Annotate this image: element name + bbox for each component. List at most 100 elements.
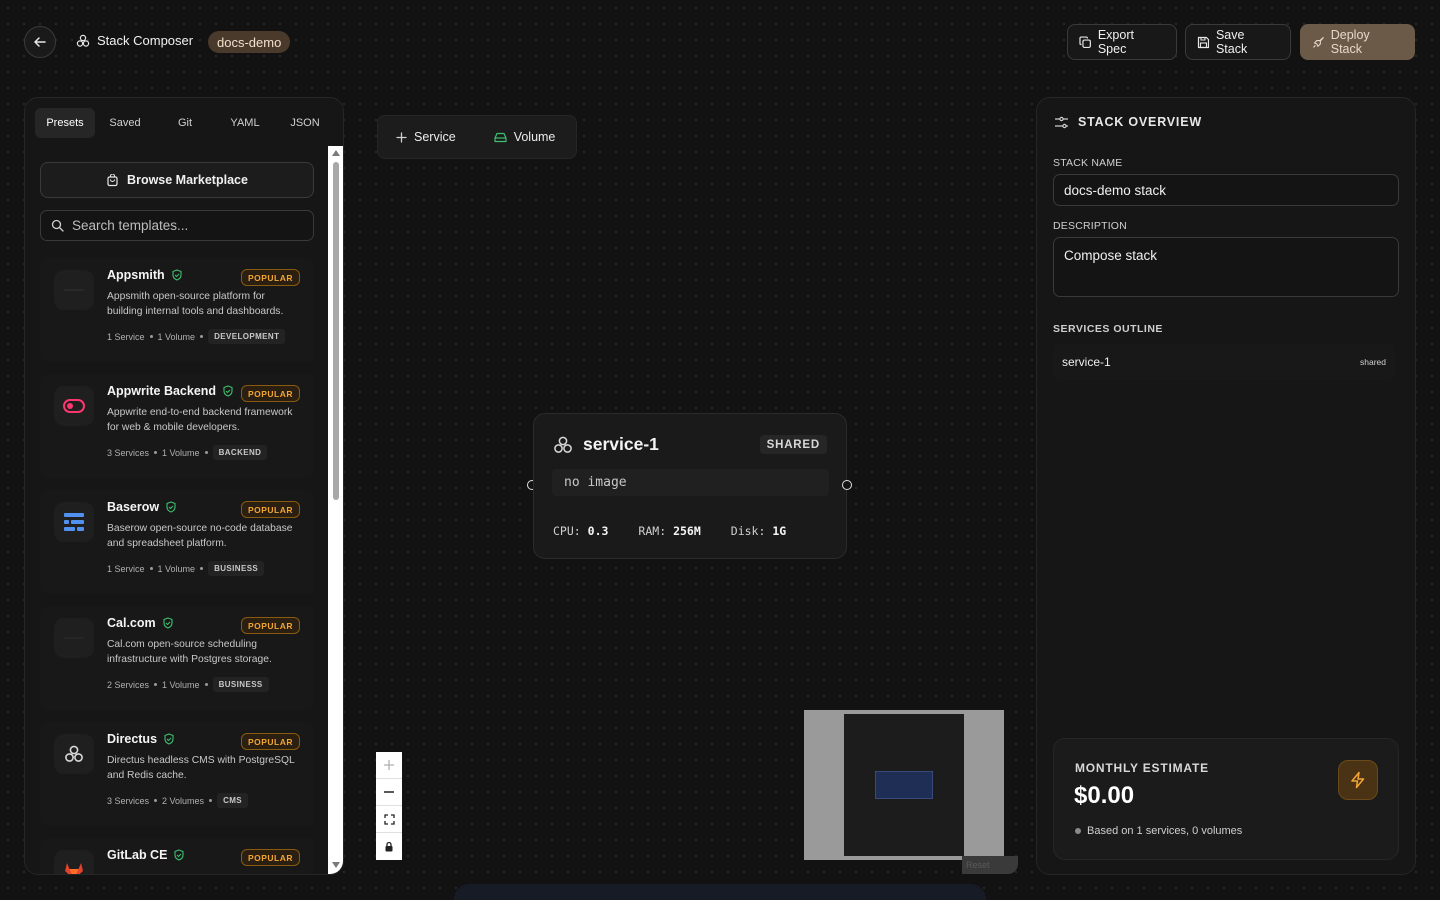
- scroll-up-arrow-icon[interactable]: [332, 150, 340, 156]
- stack-overview-panel: STACK OVERVIEW STACK NAME docs-demo stac…: [1036, 97, 1416, 875]
- estimate-note: Based on 1 services, 0 volumes: [1075, 825, 1242, 837]
- baserow-logo-icon: [54, 502, 94, 542]
- sliders-icon: [1055, 116, 1068, 128]
- popular-badge: POPULAR: [240, 501, 300, 518]
- monthly-estimate-value: $0.00: [1074, 782, 1135, 809]
- template-name: Cal.com: [107, 616, 174, 630]
- popular-badge: POPULAR: [240, 269, 300, 286]
- template-card-appwrite[interactable]: Appwrite Backend POPULAR Appwrite end-to…: [40, 374, 314, 478]
- add-volume-button[interactable]: Volume: [494, 130, 555, 144]
- template-name: Appwrite Backend: [107, 384, 234, 398]
- template-tabs: Presets Saved Git YAML JSON: [35, 108, 335, 138]
- template-meta: 1 Service 1 Volume BUSINESS: [107, 561, 265, 576]
- popular-badge: POPULAR: [240, 385, 300, 402]
- category-tag: BUSINESS: [212, 677, 269, 692]
- tab-yaml[interactable]: YAML: [215, 108, 275, 138]
- plus-icon: [396, 131, 407, 143]
- template-meta: 1 Service 1 Volume DEVELOPMENT: [107, 329, 286, 344]
- templates-panel: Presets Saved Git YAML JSON Browse Marke…: [24, 97, 344, 875]
- template-card-directus[interactable]: Directus POPULAR Directus headless CMS w…: [40, 722, 314, 826]
- services-outline-label: SERVICES OUTLINE: [1053, 323, 1163, 335]
- template-meta: 3 Services 2 Volumes CMS: [107, 793, 249, 808]
- rocket-icon: [1313, 36, 1324, 48]
- copy-icon: [1079, 35, 1091, 48]
- outline-service-name: service-1: [1062, 355, 1111, 369]
- export-spec-label: Export Spec: [1097, 28, 1134, 56]
- service-cluster-icon: [554, 436, 572, 453]
- app-title: Stack Composer: [97, 33, 194, 48]
- add-service-button[interactable]: Service: [396, 130, 456, 144]
- back-button[interactable]: [24, 26, 56, 58]
- template-description: Appwrite end-to-end backend framework fo…: [107, 407, 293, 433]
- template-meta: 2 Services 1 Volume BUSINESS: [107, 677, 269, 692]
- minimap-service-node: [875, 771, 933, 799]
- fit-view-button[interactable]: [376, 806, 402, 833]
- popular-badge: POPULAR: [240, 733, 300, 750]
- template-card-calcom[interactable]: Cal.com POPULAR Cal.com open-source sche…: [40, 606, 314, 710]
- stack-name-input[interactable]: docs-demo stack: [1053, 174, 1399, 206]
- reset-view-button[interactable]: Reset: [962, 856, 1018, 874]
- appsmith-logo-icon: [54, 270, 94, 310]
- popular-badge: POPULAR: [240, 617, 300, 634]
- browse-marketplace-button[interactable]: Browse Marketplace: [40, 162, 314, 198]
- stack-overview-header: STACK OVERVIEW: [1054, 115, 1202, 129]
- hard-drive-icon: [494, 132, 507, 142]
- monthly-estimate-card: MONTHLY ESTIMATE $0.00 Based on 1 servic…: [1053, 738, 1399, 860]
- canvas-minimap[interactable]: [804, 710, 1004, 860]
- scrollbar-thumb[interactable]: [333, 162, 339, 500]
- template-list-scrollbar[interactable]: [328, 146, 343, 874]
- lock-button[interactable]: [376, 833, 402, 860]
- stack-name-label: STACK NAME: [1053, 157, 1123, 169]
- services-outline-item[interactable]: service-1 shared: [1053, 344, 1395, 380]
- zoom-controls: [376, 752, 402, 860]
- template-name: Appsmith: [107, 268, 183, 282]
- zoom-out-button[interactable]: [376, 779, 402, 806]
- ram-resource: RAM: 256M: [638, 524, 701, 538]
- template-description: Directus headless CMS with PostgreSQL an…: [107, 755, 295, 781]
- verified-shield-icon: [164, 733, 174, 745]
- stack-logo-icon: [76, 34, 90, 47]
- verified-shield-icon: [166, 501, 176, 513]
- template-card-baserow[interactable]: Baserow POPULAR Baserow open-source no-c…: [40, 490, 314, 594]
- deploy-stack-button[interactable]: Deploy Stack: [1300, 24, 1415, 60]
- template-card-gitlab[interactable]: GitLab CE POPULAR: [40, 838, 314, 874]
- popular-badge: POPULAR: [240, 849, 300, 866]
- bottom-status-bar: [454, 884, 986, 900]
- verified-shield-icon: [174, 849, 184, 861]
- description-label: DESCRIPTION: [1053, 220, 1127, 232]
- store-icon: [107, 173, 118, 186]
- node-output-handle[interactable]: [842, 480, 852, 490]
- search-input[interactable]: [72, 218, 292, 233]
- description-textarea[interactable]: Compose stack: [1053, 237, 1399, 297]
- arrow-left-icon: [34, 37, 46, 47]
- calcom-logo-icon: [54, 618, 94, 658]
- service-resources: CPU: 0.3 RAM: 256M Disk: 1G: [553, 524, 786, 538]
- template-card-appsmith[interactable]: Appsmith POPULAR Appsmith open-source pl…: [40, 258, 314, 362]
- verified-shield-icon: [223, 385, 233, 397]
- zoom-in-button[interactable]: [376, 752, 402, 779]
- verified-shield-icon: [163, 617, 173, 629]
- scroll-down-arrow-icon[interactable]: [332, 862, 340, 868]
- shared-badge: SHARED: [759, 435, 827, 454]
- outline-service-tag: shared: [1360, 357, 1386, 367]
- search-icon: [51, 219, 64, 232]
- directus-logo-icon: [54, 734, 94, 774]
- browse-marketplace-label: Browse Marketplace: [127, 173, 248, 187]
- tab-saved[interactable]: Saved: [95, 108, 155, 138]
- tab-presets[interactable]: Presets: [35, 108, 95, 138]
- save-icon: [1197, 36, 1210, 48]
- template-list: Appsmith POPULAR Appsmith open-source pl…: [40, 258, 314, 874]
- category-tag: DEVELOPMENT: [208, 329, 286, 344]
- save-stack-button[interactable]: Save Stack: [1185, 24, 1291, 60]
- template-name: GitLab CE: [107, 848, 185, 862]
- lock-icon: [385, 841, 393, 852]
- tab-json[interactable]: JSON: [275, 108, 335, 138]
- template-name: Baserow: [107, 500, 177, 514]
- disk-resource: Disk: 1G: [730, 524, 787, 538]
- service-node[interactable]: service-1 SHARED no image CPU: 0.3 RAM: …: [533, 413, 847, 559]
- deploy-stack-label: Deploy Stack: [1330, 28, 1370, 56]
- tab-git[interactable]: Git: [155, 108, 215, 138]
- export-spec-button[interactable]: Export Spec: [1067, 24, 1177, 60]
- plus-icon: [384, 760, 394, 770]
- category-tag: CMS: [217, 793, 249, 808]
